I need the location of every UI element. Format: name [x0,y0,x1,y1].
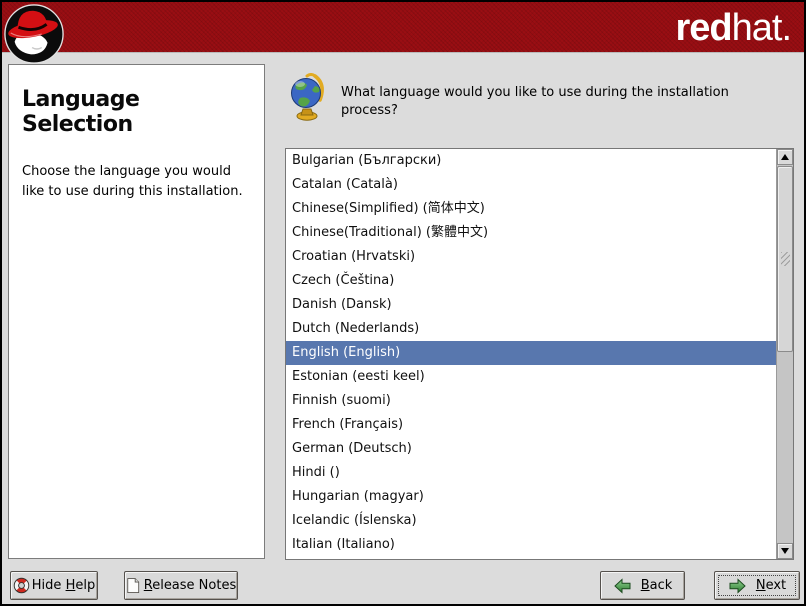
scroll-up-button[interactable] [777,149,793,165]
wordmark-dot: . [781,7,791,49]
down-arrow-icon [781,548,789,554]
wordmark-bold: red [675,7,731,49]
language-row[interactable]: German (Deutsch) [286,437,776,461]
installer-window: redhat. Language Selection Choose the la… [0,0,806,606]
language-row[interactable]: Icelandic (Íslenska) [286,509,776,533]
language-row[interactable]: Croatian (Hrvatski) [286,245,776,269]
next-arrow-icon [728,578,747,594]
redhat-shadowman-logo [3,3,65,65]
language-row[interactable]: Bulgarian (Български) [286,149,776,173]
language-row-selected[interactable]: English (English) [286,341,776,365]
language-row[interactable]: Chinese(Traditional) (繁體中文) [286,221,776,245]
hide-help-button[interactable]: Hide Help [10,571,98,600]
language-row[interactable]: Hindi () [286,461,776,485]
back-arrow-icon [613,578,632,594]
language-row[interactable]: Italian (Italiano) [286,533,776,557]
up-arrow-icon [781,154,789,160]
language-row[interactable]: French (Français) [286,413,776,437]
language-listbox: Bulgarian (Български) Catalan (Català) C… [285,148,794,560]
hide-help-label: Hide Help [32,578,95,593]
language-row[interactable]: Danish (Dansk) [286,293,776,317]
lifebuoy-icon [13,577,30,594]
scroll-down-button[interactable] [777,543,793,559]
language-list: Bulgarian (Български) Catalan (Català) C… [286,149,776,559]
wordmark-regular: hat [732,7,782,49]
back-label: Back [641,578,673,593]
language-row[interactable]: Dutch (Nederlands) [286,317,776,341]
release-notes-label: Release Notes [144,578,236,593]
language-row[interactable]: Czech (Čeština) [286,269,776,293]
scrollbar-thumb[interactable] [777,166,793,352]
release-notes-button[interactable]: Release Notes [124,571,238,600]
globe-icon [289,73,326,121]
question-text: What language would you like to use duri… [341,84,791,120]
document-icon [126,577,140,594]
next-label: Next [756,578,786,593]
language-row[interactable]: Chinese(Simplified) (简体中文) [286,197,776,221]
language-row[interactable]: Finnish (suomi) [286,389,776,413]
title-banner: redhat. [2,2,804,53]
help-text: Choose the language you would like to us… [22,162,252,202]
scrollbar-track[interactable] [776,149,793,559]
language-row[interactable]: Catalan (Català) [286,173,776,197]
next-button[interactable]: Next [714,571,800,600]
page-title: Language Selection [22,87,252,137]
help-panel: Language Selection Choose the language y… [8,64,265,559]
back-button[interactable]: Back [600,571,685,600]
language-row[interactable]: Estonian (eesti keel) [286,365,776,389]
redhat-wordmark: redhat. [675,2,791,52]
language-row[interactable]: Hungarian (magyar) [286,485,776,509]
